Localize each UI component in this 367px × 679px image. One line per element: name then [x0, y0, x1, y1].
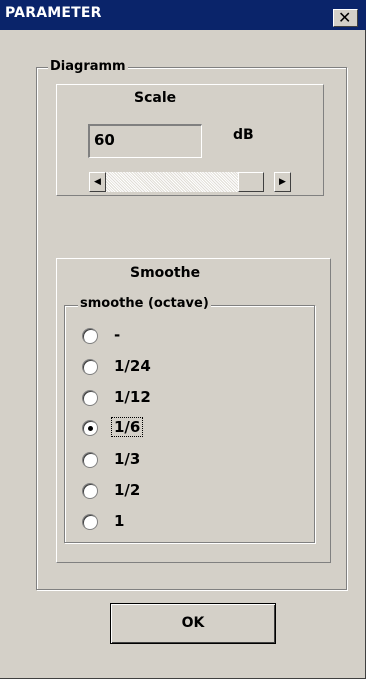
title-bar: PARAMETER ✕: [0, 0, 366, 30]
radio-button[interactable]: [82, 390, 98, 406]
window-title: PARAMETER: [5, 5, 102, 21]
radio-button[interactable]: [82, 483, 98, 499]
radio-button[interactable]: [82, 359, 98, 375]
scale-scrollbar-thumb[interactable]: [238, 172, 264, 192]
arrow-right-icon: ▶: [279, 177, 286, 187]
radio-option-label: -: [114, 326, 121, 344]
scale-value-field[interactable]: 60: [88, 124, 202, 158]
close-icon: ✕: [338, 8, 352, 27]
scale-label: Scale: [134, 90, 177, 106]
radio-button[interactable]: [82, 514, 98, 530]
radio-option-label: 1/24: [114, 357, 151, 375]
parameter-dialog: PARAMETER ✕ Diagramm Scale 60 dB ◀ ▶ Smo…: [0, 0, 366, 679]
radio-selected-dot: [88, 426, 93, 431]
radio-option-label: 1/12: [114, 388, 151, 406]
arrow-left-icon: ◀: [94, 177, 101, 187]
radio-option-label: 1/2: [114, 481, 141, 499]
scale-unit-label: dB: [233, 127, 254, 143]
close-button[interactable]: ✕: [333, 8, 358, 27]
scrollbar-left-button[interactable]: ◀: [89, 172, 106, 192]
radio-option-label: 1/3: [114, 450, 141, 468]
radio-option-label: 1/6: [110, 417, 144, 437]
smoothe-radio-list: - 1/24 1/12 1/6 1/3 1/2 1: [64, 305, 315, 543]
radio-button-selected[interactable]: [82, 420, 98, 436]
radio-button[interactable]: [82, 452, 98, 468]
diagramm-group-label: Diagramm: [48, 59, 128, 74]
radio-option-label: 1: [114, 512, 125, 530]
ok-button[interactable]: OK: [110, 603, 276, 644]
scale-scrollbar-track[interactable]: [106, 172, 238, 192]
smoothe-label: Smoothe: [130, 265, 201, 281]
scrollbar-right-button[interactable]: ▶: [274, 172, 291, 192]
radio-button[interactable]: [82, 328, 98, 344]
